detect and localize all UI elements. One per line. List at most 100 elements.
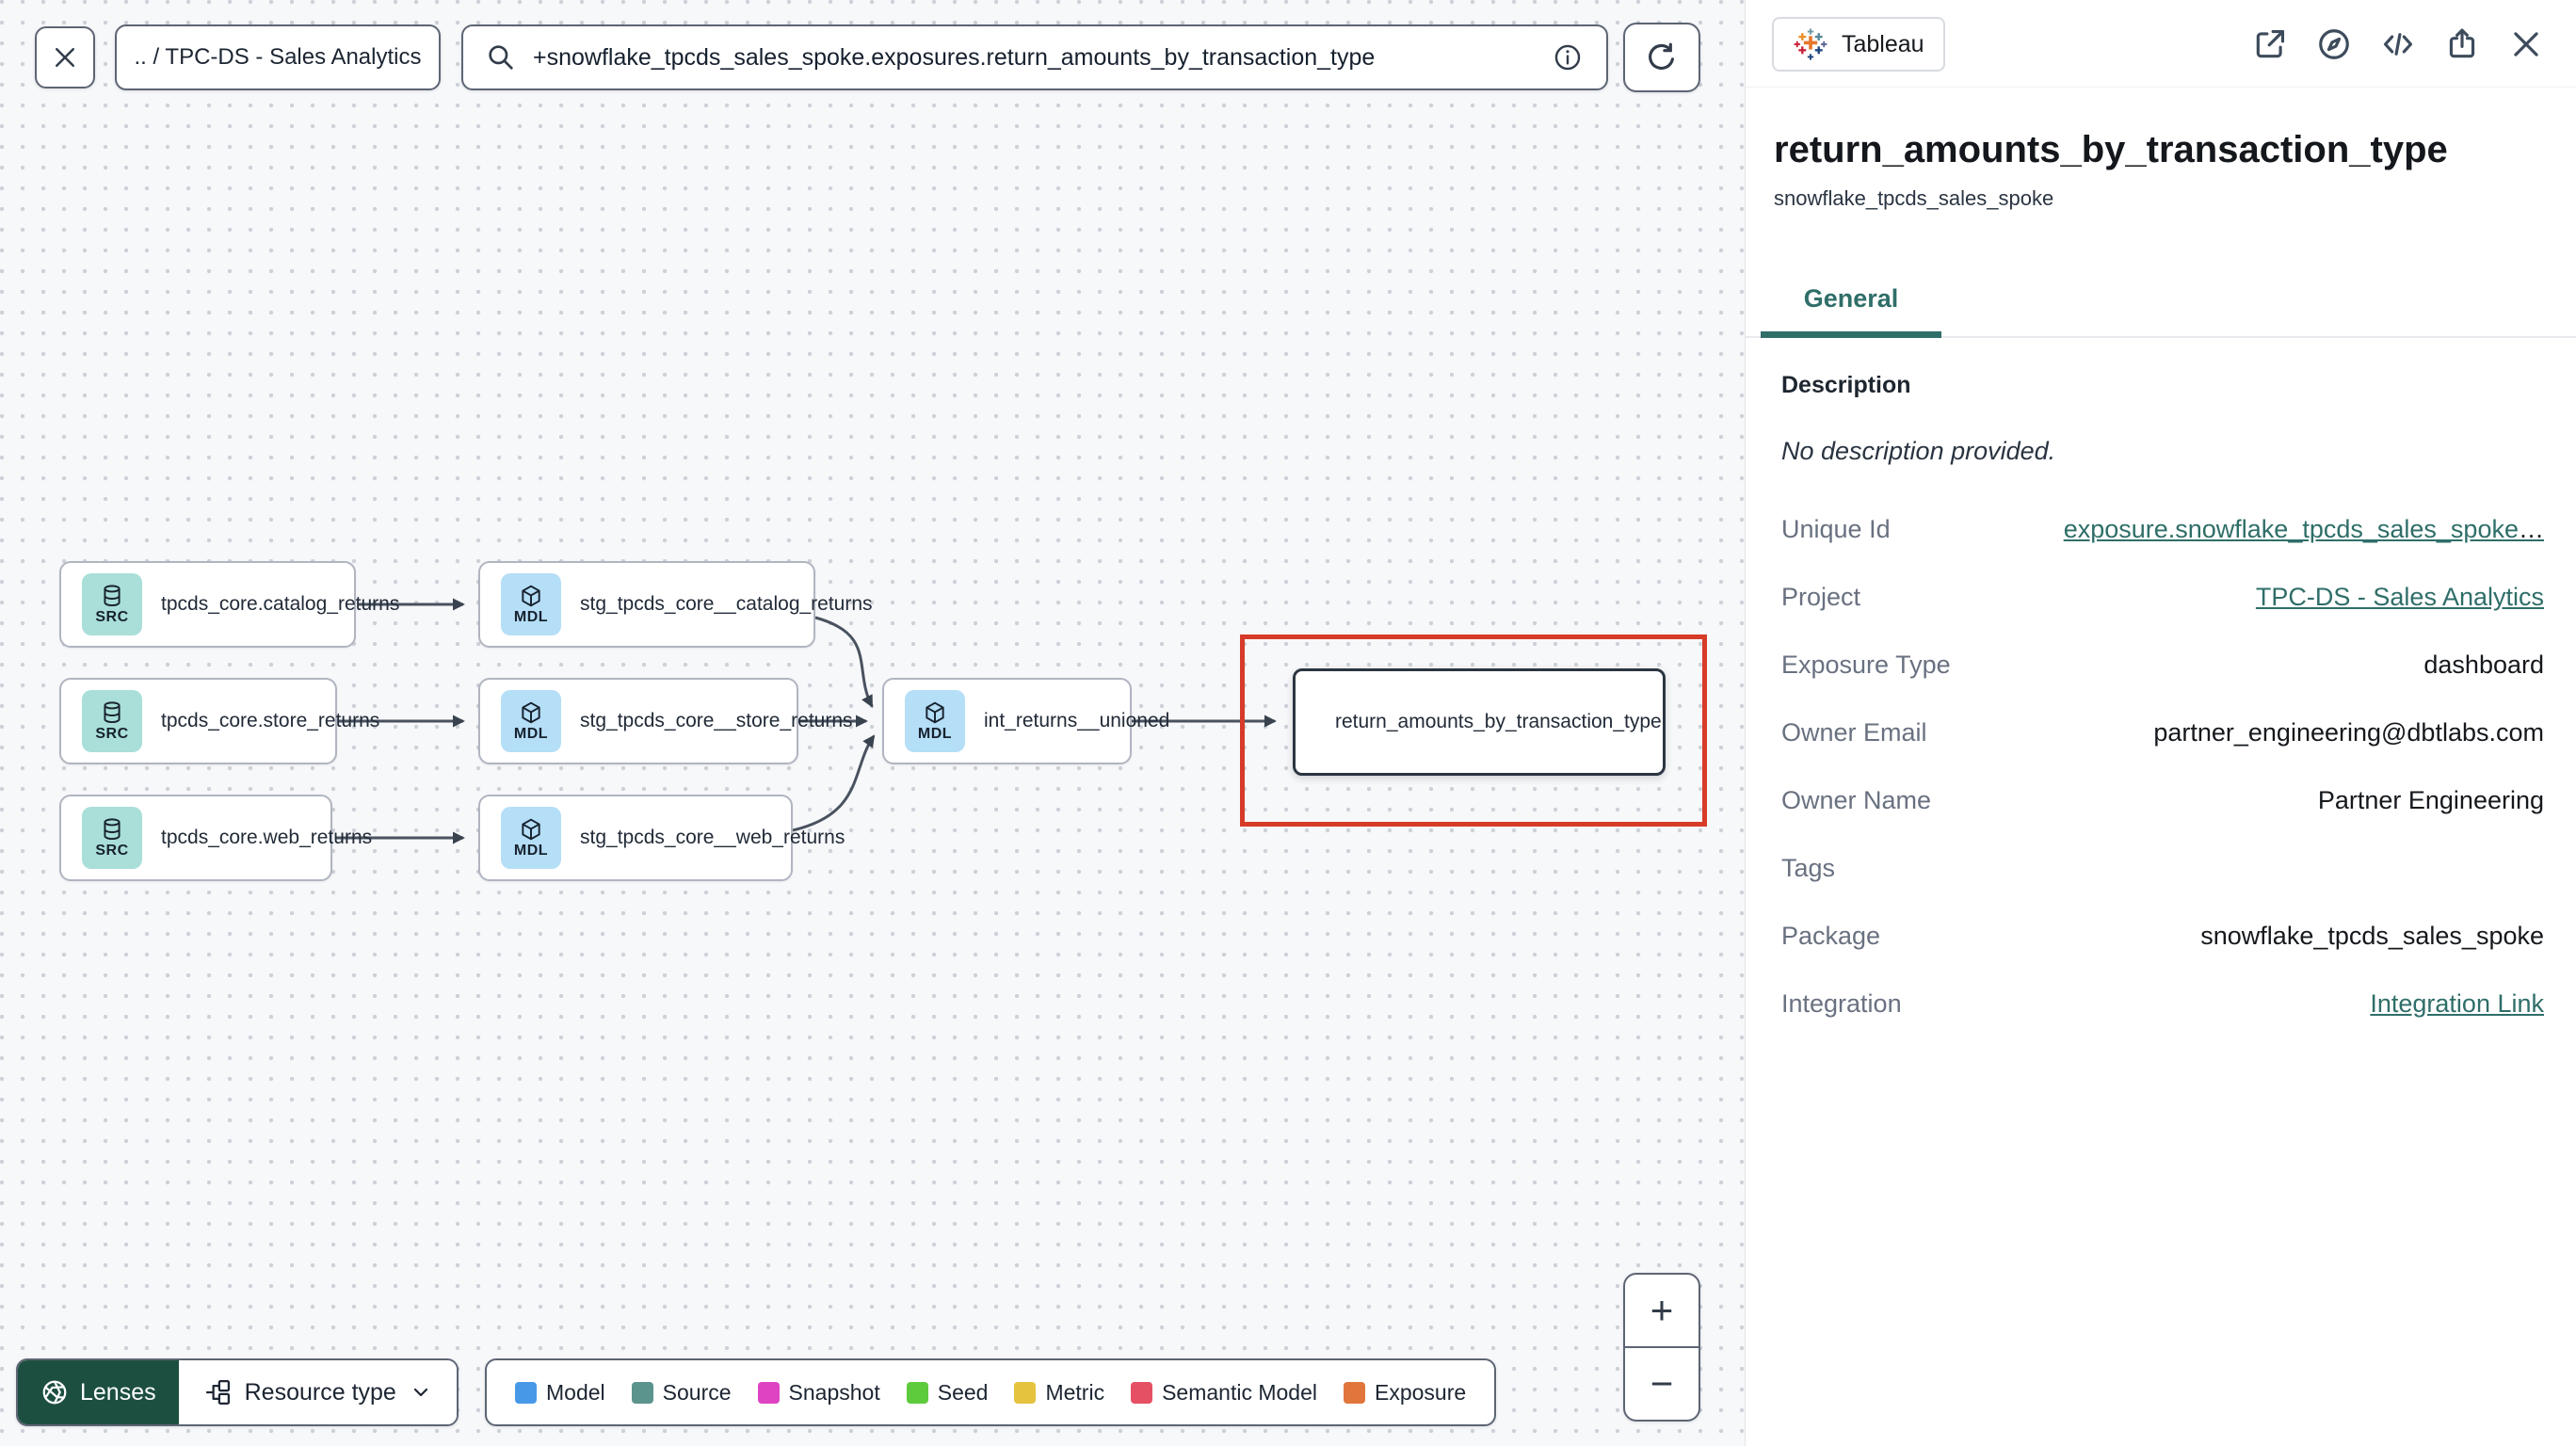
close-panel-button[interactable]: [2508, 26, 2544, 62]
node-label: int_returns__unioned: [984, 710, 1170, 731]
node-model-stg-web-returns[interactable]: MDL stg_tpcds_core__web_returns: [478, 795, 845, 881]
code-button[interactable]: [2380, 26, 2416, 62]
lineage-canvas[interactable]: .. / TPC-DS - Sales Analytics +snowflake…: [0, 0, 1745, 1446]
explore-button[interactable]: [2316, 26, 2352, 62]
field-label: Package: [1781, 922, 1881, 950]
node-model-int-returns-unioned[interactable]: MDL int_returns__unioned: [882, 678, 1169, 764]
resource-type-label: Resource type: [244, 1378, 396, 1406]
search-input[interactable]: +snowflake_tpcds_sales_spoke.exposures.r…: [461, 24, 1608, 90]
legend-label: Model: [546, 1379, 605, 1405]
search-query-text: +snowflake_tpcds_sales_spoke.exposures.r…: [533, 43, 1376, 71]
chip-badge: MDL: [513, 725, 549, 742]
close-icon: [2514, 32, 2538, 56]
share-icon: [2449, 28, 2475, 58]
project-link[interactable]: TPC-DS - Sales Analytics: [2256, 583, 2544, 612]
cube-icon: [522, 818, 540, 840]
chevron-down-icon: [413, 1388, 427, 1397]
legend-item-exposure: Exposure: [1344, 1380, 1466, 1406]
legend-label: Seed: [937, 1379, 989, 1405]
exposure-swatch: [1344, 1381, 1365, 1404]
truncation-ellipsis: …: [2519, 515, 2544, 543]
field-row-unique-id: Unique Id exposure.snowflake_tpcds_sales…: [1781, 515, 2544, 583]
tableau-icon: [1794, 28, 1827, 60]
zoom-in-button[interactable]: +: [1625, 1275, 1699, 1348]
model-chip: MDL: [905, 690, 965, 752]
tab-active-underline: [1761, 331, 1941, 338]
source-swatch: [631, 1381, 653, 1404]
legend-item-semantic-model: Semantic Model: [1131, 1380, 1317, 1406]
seed-swatch: [906, 1381, 928, 1404]
refresh-icon: [1649, 42, 1674, 71]
model-chip: MDL: [501, 690, 561, 752]
field-label: Unique Id: [1781, 515, 1891, 543]
package-subtitle: snowflake_tpcds_sales_spoke: [1774, 186, 2054, 210]
field-row-tags: Tags: [1781, 854, 2544, 922]
open-external-button[interactable]: [2252, 26, 2288, 62]
source-chip: SRC: [82, 573, 142, 635]
breadcrumb[interactable]: .. / TPC-DS - Sales Analytics: [115, 24, 441, 90]
zoom-out-button[interactable]: −: [1625, 1348, 1699, 1420]
resource-type-dropdown[interactable]: Resource type: [178, 1360, 457, 1424]
node-source-catalog-returns[interactable]: SRC tpcds_core.catalog_returns: [59, 561, 399, 648]
info-icon[interactable]: [1552, 41, 1584, 73]
legend-label: Source: [662, 1379, 732, 1405]
node-model-stg-store-returns[interactable]: MDL stg_tpcds_core__store_returns: [478, 678, 853, 764]
node-model-stg-catalog-returns[interactable]: MDL stg_tpcds_core__catalog_returns: [478, 561, 873, 648]
tableau-badge-label: Tableau: [1842, 30, 1924, 57]
chip-badge: SRC: [95, 725, 129, 742]
lenses-control-group: Lenses Resource type: [16, 1358, 459, 1426]
field-value: snowflake_tpcds_sales_spoke: [2200, 922, 2544, 950]
field-label: Integration: [1781, 989, 1902, 1018]
aperture-icon: [42, 1380, 67, 1405]
tableau-source-badge: Tableau: [1772, 17, 1945, 72]
node-exposure-return-amounts[interactable]: return_amounts_by_transaction_type: [1293, 668, 1666, 776]
description-heading: Description: [1781, 372, 1911, 398]
cube-icon: [522, 701, 540, 723]
breadcrumb-label: .. / TPC-DS - Sales Analytics: [134, 44, 422, 70]
code-icon: [2383, 33, 2413, 56]
node-label: tpcds_core.catalog_returns: [161, 593, 400, 615]
zoom-controls: + −: [1623, 1273, 1700, 1422]
legend-item-seed: Seed: [906, 1379, 989, 1406]
legend-item-source: Source: [631, 1379, 732, 1406]
legend-label: Snapshot: [788, 1379, 880, 1405]
panel-header: Tableau: [1746, 0, 2576, 88]
tab-general[interactable]: General: [1761, 284, 1941, 338]
description-empty-text: No description provided.: [1781, 437, 2056, 465]
legend-label: Semantic Model: [1162, 1379, 1317, 1405]
metric-swatch: [1014, 1381, 1037, 1404]
field-label: Owner Email: [1781, 718, 1927, 747]
close-icon: [56, 48, 74, 67]
legend-label: Metric: [1045, 1379, 1105, 1405]
model-chip: MDL: [501, 573, 561, 635]
zoom-out-glyph: −: [1650, 1361, 1674, 1406]
legend-label: Exposure: [1375, 1379, 1467, 1405]
refresh-button[interactable]: [1623, 23, 1700, 92]
field-row-integration: Integration Integration Link: [1781, 989, 2544, 1057]
field-row-package: Package snowflake_tpcds_sales_spoke: [1781, 922, 2544, 989]
lenses-button[interactable]: Lenses: [18, 1360, 179, 1424]
field-value: exposure.snowflake_tpcds_sales_spoke: [2063, 515, 2519, 543]
share-button[interactable]: [2444, 26, 2480, 62]
node-label: stg_tpcds_core__web_returns: [580, 827, 845, 848]
node-source-web-returns[interactable]: SRC tpcds_core.web_returns: [59, 795, 372, 881]
node-label: return_amounts_by_transaction_type: [1335, 711, 1662, 732]
integration-link[interactable]: Integration Link: [2370, 989, 2544, 1019]
field-label: Tags: [1781, 854, 1836, 882]
source-chip: SRC: [82, 690, 142, 752]
field-row-project: Project TPC-DS - Sales Analytics: [1781, 583, 2544, 651]
field-label: Owner Name: [1781, 786, 1932, 814]
compass-icon: [2319, 29, 2349, 59]
panel-header-icons: [2252, 26, 2544, 62]
zoom-in-glyph: +: [1650, 1288, 1674, 1332]
external-link-icon: [2256, 29, 2285, 58]
snapshot-swatch: [757, 1381, 780, 1404]
fields-list: Unique Id exposure.snowflake_tpcds_sales…: [1781, 515, 2544, 1057]
unique-id-link[interactable]: exposure.snowflake_tpcds_sales_spoke…: [2064, 515, 2544, 544]
close-lineage-button[interactable]: [35, 26, 95, 88]
field-label: Exposure Type: [1781, 651, 1951, 679]
details-panel: Tableau return_amounts_by_transaction_ty…: [1745, 0, 2576, 1446]
legend-item-model: Model: [515, 1380, 605, 1406]
node-source-store-returns[interactable]: SRC tpcds_core.store_returns: [59, 678, 379, 764]
field-row-owner-email: Owner Email partner_engineering@dbtlabs.…: [1781, 718, 2544, 786]
